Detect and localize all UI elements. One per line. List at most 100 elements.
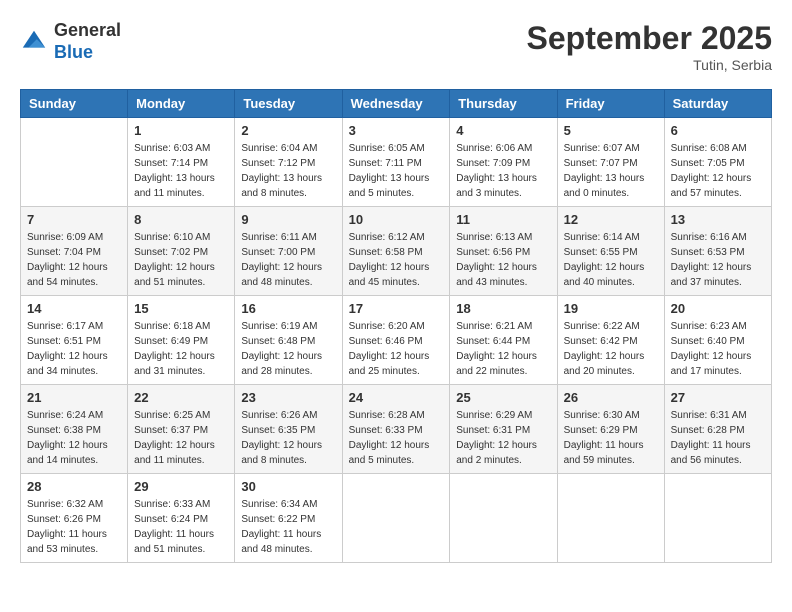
day-number: 27: [671, 390, 765, 405]
col-wednesday: Wednesday: [342, 90, 450, 118]
day-number: 23: [241, 390, 335, 405]
day-number: 25: [456, 390, 550, 405]
table-cell: 10 Sunrise: 6:12 AM Sunset: 6:58 PM Dayli…: [342, 207, 450, 296]
day-info: Sunrise: 6:25 AM Sunset: 6:37 PM Dayligh…: [134, 408, 228, 468]
day-info: Sunrise: 6:30 AM Sunset: 6:29 PM Dayligh…: [564, 408, 658, 468]
week-row-1: 1Sunrise: 6:03 AM Sunset: 7:14 PM Daylig…: [21, 118, 772, 207]
day-number: 26: [564, 390, 658, 405]
day-info: Sunrise: 6:21 AM Sunset: 6:44 PM Dayligh…: [456, 319, 550, 379]
table-cell: 13 Sunrise: 6:16 AM Sunset: 6:53 PM Dayli…: [664, 207, 771, 296]
day-info: Sunrise: 6:33 AM Sunset: 6:24 PM Dayligh…: [134, 497, 228, 557]
table-cell: 16 Sunrise: 6:19 AM Sunset: 6:48 PM Dayli…: [235, 296, 342, 385]
day-number: 4: [456, 123, 550, 138]
day-info: Sunrise: 6:20 AM Sunset: 6:46 PM Dayligh…: [349, 319, 444, 379]
day-number: 12: [564, 212, 658, 227]
table-cell: 21Sunrise: 6:24 AM Sunset: 6:38 PM Dayli…: [21, 385, 128, 474]
day-number: 16: [241, 301, 335, 316]
day-info: Sunrise: 6:10 AM Sunset: 7:02 PM Dayligh…: [134, 230, 228, 290]
table-cell: 3 Sunrise: 6:05 AM Sunset: 7:11 PM Daylig…: [342, 118, 450, 207]
table-cell: 11Sunrise: 6:13 AM Sunset: 6:56 PM Dayli…: [450, 207, 557, 296]
table-cell: 19Sunrise: 6:22 AM Sunset: 6:42 PM Dayli…: [557, 296, 664, 385]
page-header: General Blue September 2025 Tutin, Serbi…: [20, 20, 772, 73]
logo-icon: [20, 28, 48, 56]
day-number: 5: [564, 123, 658, 138]
table-cell: 27Sunrise: 6:31 AM Sunset: 6:28 PM Dayli…: [664, 385, 771, 474]
day-info: Sunrise: 6:05 AM Sunset: 7:11 PM Dayligh…: [349, 141, 444, 201]
day-number: 8: [134, 212, 228, 227]
day-info: Sunrise: 6:03 AM Sunset: 7:14 PM Dayligh…: [134, 141, 228, 201]
col-thursday: Thursday: [450, 90, 557, 118]
col-friday: Friday: [557, 90, 664, 118]
location: Tutin, Serbia: [527, 57, 772, 73]
table-cell: 6 Sunrise: 6:08 AM Sunset: 7:05 PM Daylig…: [664, 118, 771, 207]
table-cell: 25 Sunrise: 6:29 AM Sunset: 6:31 PM Dayli…: [450, 385, 557, 474]
table-cell: 15 Sunrise: 6:18 AM Sunset: 6:49 PM Dayli…: [128, 296, 235, 385]
table-cell: 4 Sunrise: 6:06 AM Sunset: 7:09 PM Daylig…: [450, 118, 557, 207]
day-number: 28: [27, 479, 121, 494]
table-cell: 8 Sunrise: 6:10 AM Sunset: 7:02 PM Daylig…: [128, 207, 235, 296]
logo-general: General: [54, 20, 121, 42]
table-cell: 7Sunrise: 6:09 AM Sunset: 7:04 PM Daylig…: [21, 207, 128, 296]
day-number: 30: [241, 479, 335, 494]
table-cell: [664, 474, 771, 563]
day-number: 15: [134, 301, 228, 316]
table-cell: 12Sunrise: 6:14 AM Sunset: 6:55 PM Dayli…: [557, 207, 664, 296]
table-cell: 1Sunrise: 6:03 AM Sunset: 7:14 PM Daylig…: [128, 118, 235, 207]
table-cell: 14Sunrise: 6:17 AM Sunset: 6:51 PM Dayli…: [21, 296, 128, 385]
day-number: 11: [456, 212, 550, 227]
day-info: Sunrise: 6:12 AM Sunset: 6:58 PM Dayligh…: [349, 230, 444, 290]
col-sunday: Sunday: [21, 90, 128, 118]
day-number: 10: [349, 212, 444, 227]
day-info: Sunrise: 6:08 AM Sunset: 7:05 PM Dayligh…: [671, 141, 765, 201]
day-info: Sunrise: 6:26 AM Sunset: 6:35 PM Dayligh…: [241, 408, 335, 468]
table-cell: [342, 474, 450, 563]
day-number: 3: [349, 123, 444, 138]
day-info: Sunrise: 6:34 AM Sunset: 6:22 PM Dayligh…: [241, 497, 335, 557]
day-number: 18: [456, 301, 550, 316]
day-number: 2: [241, 123, 335, 138]
logo-blue: Blue: [54, 42, 121, 64]
calendar-header-row: Sunday Monday Tuesday Wednesday Thursday…: [21, 90, 772, 118]
day-info: Sunrise: 6:32 AM Sunset: 6:26 PM Dayligh…: [27, 497, 121, 557]
table-cell: 23 Sunrise: 6:26 AM Sunset: 6:35 PM Dayli…: [235, 385, 342, 474]
day-info: Sunrise: 6:06 AM Sunset: 7:09 PM Dayligh…: [456, 141, 550, 201]
day-info: Sunrise: 6:24 AM Sunset: 6:38 PM Dayligh…: [27, 408, 121, 468]
day-number: 13: [671, 212, 765, 227]
week-row-5: 28 Sunrise: 6:32 AM Sunset: 6:26 PM Dayli…: [21, 474, 772, 563]
week-row-3: 14Sunrise: 6:17 AM Sunset: 6:51 PM Dayli…: [21, 296, 772, 385]
day-info: Sunrise: 6:28 AM Sunset: 6:33 PM Dayligh…: [349, 408, 444, 468]
table-cell: 24Sunrise: 6:28 AM Sunset: 6:33 PM Dayli…: [342, 385, 450, 474]
day-info: Sunrise: 6:22 AM Sunset: 6:42 PM Dayligh…: [564, 319, 658, 379]
day-number: 9: [241, 212, 335, 227]
logo-text: General Blue: [54, 20, 121, 63]
table-cell: 22Sunrise: 6:25 AM Sunset: 6:37 PM Dayli…: [128, 385, 235, 474]
table-cell: [450, 474, 557, 563]
table-cell: 20 Sunrise: 6:23 AM Sunset: 6:40 PM Dayli…: [664, 296, 771, 385]
day-info: Sunrise: 6:11 AM Sunset: 7:00 PM Dayligh…: [241, 230, 335, 290]
month-title: September 2025: [527, 20, 772, 57]
day-number: 29: [134, 479, 228, 494]
day-info: Sunrise: 6:16 AM Sunset: 6:53 PM Dayligh…: [671, 230, 765, 290]
day-info: Sunrise: 6:18 AM Sunset: 6:49 PM Dayligh…: [134, 319, 228, 379]
col-monday: Monday: [128, 90, 235, 118]
day-number: 6: [671, 123, 765, 138]
day-info: Sunrise: 6:07 AM Sunset: 7:07 PM Dayligh…: [564, 141, 658, 201]
day-info: Sunrise: 6:23 AM Sunset: 6:40 PM Dayligh…: [671, 319, 765, 379]
table-cell: 17Sunrise: 6:20 AM Sunset: 6:46 PM Dayli…: [342, 296, 450, 385]
day-info: Sunrise: 6:29 AM Sunset: 6:31 PM Dayligh…: [456, 408, 550, 468]
table-cell: 2 Sunrise: 6:04 AM Sunset: 7:12 PM Daylig…: [235, 118, 342, 207]
day-info: Sunrise: 6:19 AM Sunset: 6:48 PM Dayligh…: [241, 319, 335, 379]
table-cell: 28 Sunrise: 6:32 AM Sunset: 6:26 PM Dayli…: [21, 474, 128, 563]
table-cell: 30 Sunrise: 6:34 AM Sunset: 6:22 PM Dayli…: [235, 474, 342, 563]
title-block: September 2025 Tutin, Serbia: [527, 20, 772, 73]
day-info: Sunrise: 6:09 AM Sunset: 7:04 PM Dayligh…: [27, 230, 121, 290]
week-row-4: 21Sunrise: 6:24 AM Sunset: 6:38 PM Dayli…: [21, 385, 772, 474]
table-cell: [21, 118, 128, 207]
table-cell: [557, 474, 664, 563]
table-cell: 26 Sunrise: 6:30 AM Sunset: 6:29 PM Dayli…: [557, 385, 664, 474]
table-cell: 18 Sunrise: 6:21 AM Sunset: 6:44 PM Dayli…: [450, 296, 557, 385]
day-info: Sunrise: 6:04 AM Sunset: 7:12 PM Dayligh…: [241, 141, 335, 201]
day-number: 20: [671, 301, 765, 316]
day-info: Sunrise: 6:17 AM Sunset: 6:51 PM Dayligh…: [27, 319, 121, 379]
table-cell: 9 Sunrise: 6:11 AM Sunset: 7:00 PM Daylig…: [235, 207, 342, 296]
